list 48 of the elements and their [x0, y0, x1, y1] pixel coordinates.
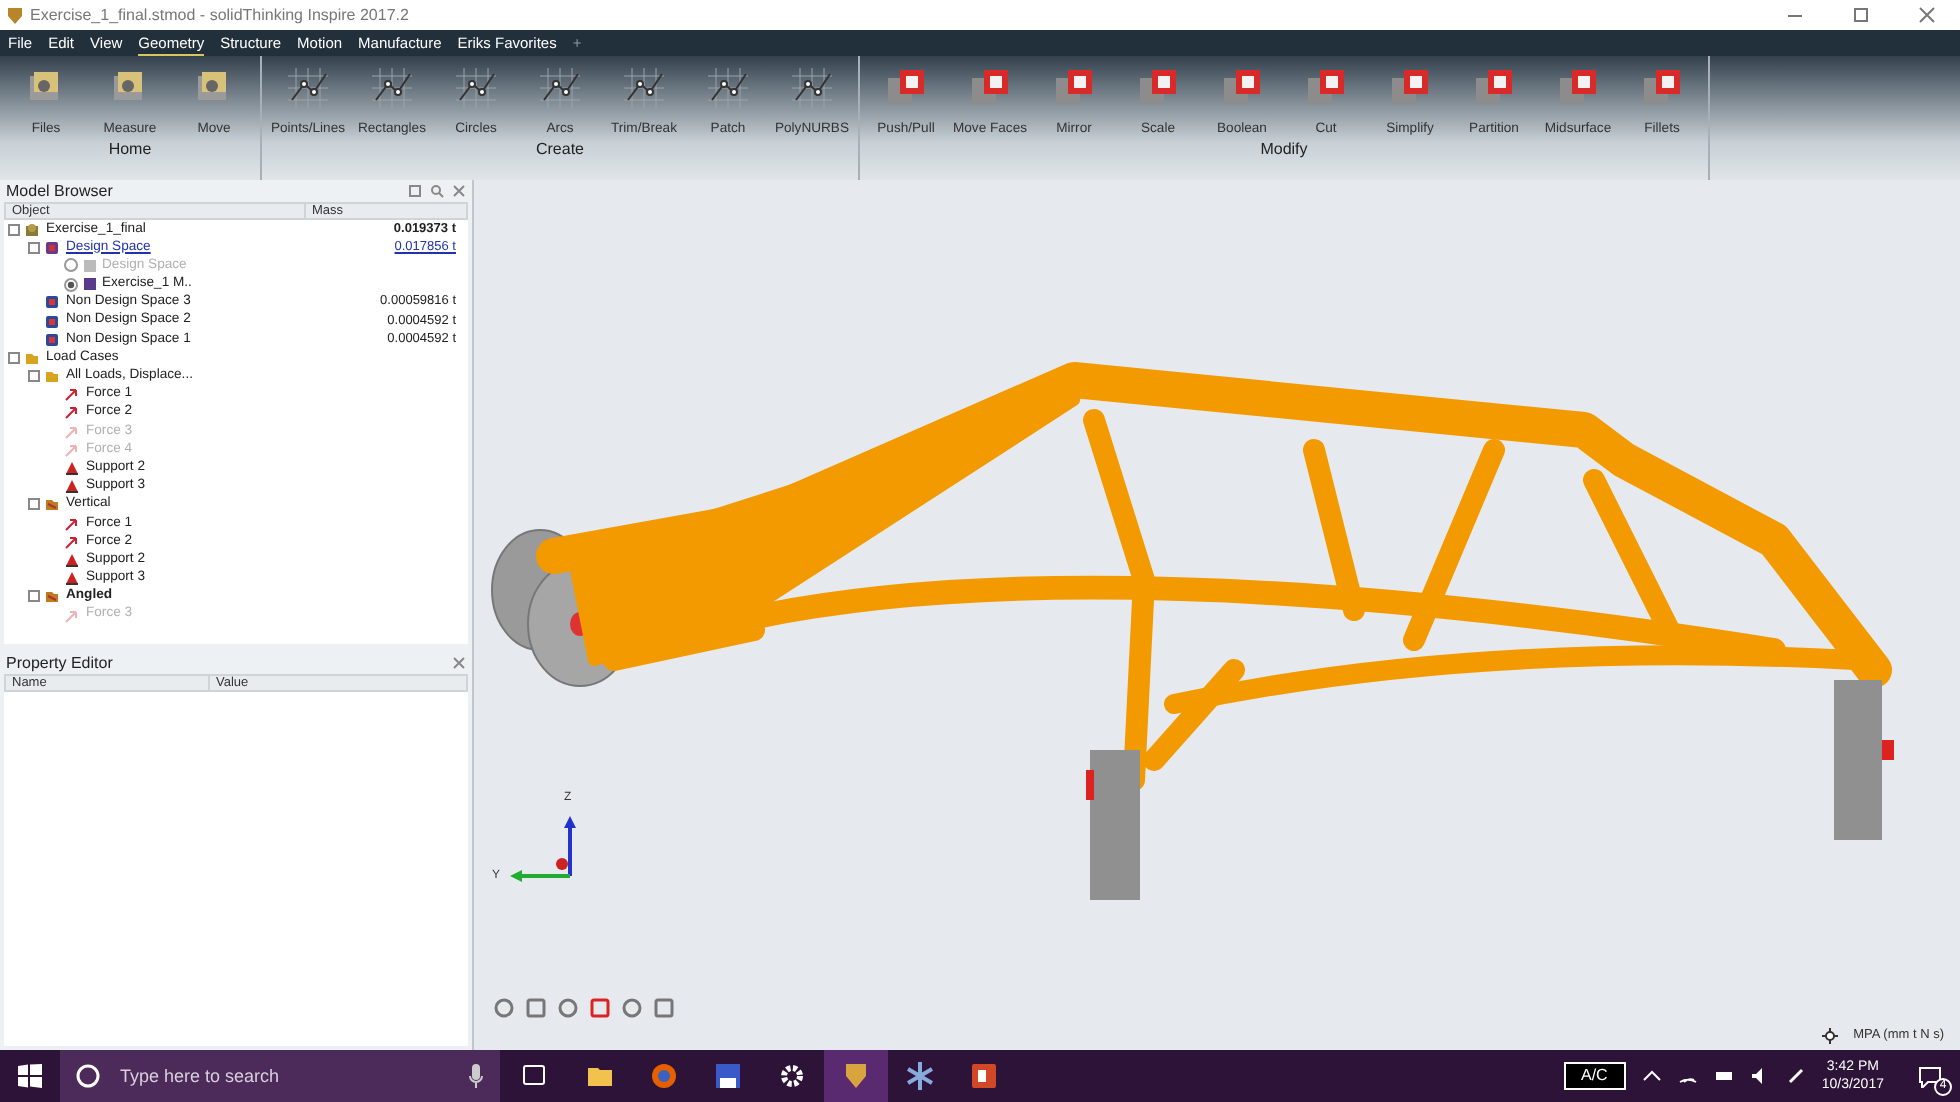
load-case-icon — [44, 588, 60, 605]
shield-icon[interactable] — [840, 1060, 872, 1092]
box-icon[interactable] — [588, 996, 612, 1020]
part-icon — [44, 239, 60, 256]
sketch-icon — [620, 64, 668, 112]
sketch-icon — [368, 64, 416, 112]
close-icon[interactable] — [452, 656, 466, 670]
restore-icon[interactable] — [1850, 6, 1872, 24]
pin-icon[interactable] — [408, 184, 422, 198]
app-logo-icon — [6, 6, 24, 24]
sketch-icon — [704, 64, 752, 112]
power-indicator: A/C — [1563, 1062, 1626, 1090]
crosshair-icon[interactable] — [1821, 1028, 1838, 1045]
collapse-toggle[interactable] — [28, 241, 40, 254]
panel-title: Property Editor — [6, 651, 113, 675]
force-icon — [64, 607, 80, 624]
sketch-icon — [536, 64, 584, 112]
search-field[interactable]: Type here to search — [60, 1050, 500, 1102]
collapse-toggle[interactable] — [28, 590, 40, 603]
sketch-icon — [284, 64, 332, 112]
close-icon[interactable] — [452, 184, 466, 198]
gear-icon[interactable] — [776, 1060, 808, 1092]
collapse-toggle[interactable] — [28, 498, 40, 511]
snowflake-icon[interactable] — [904, 1060, 936, 1092]
microphone-icon[interactable] — [468, 1064, 484, 1088]
windows-logo-icon — [18, 1064, 42, 1088]
presentation-icon[interactable] — [968, 1060, 1000, 1092]
group-label: Modify — [1260, 140, 1308, 161]
battery-icon[interactable] — [1713, 1066, 1734, 1086]
axis-triad-icon — [510, 816, 576, 882]
message-icon — [1918, 1065, 1942, 1087]
collapse-toggle[interactable] — [28, 370, 40, 383]
sketch-icon — [452, 64, 500, 112]
group-label: Home — [108, 140, 152, 161]
search-icon[interactable] — [430, 184, 444, 198]
chevron-up-icon[interactable] — [1641, 1066, 1662, 1086]
window-title: Exercise_1_final.stmod - solidThinking Inspire 2017.2 — [30, 3, 409, 27]
panel-title: Model Browser — [6, 179, 113, 203]
browser-icon[interactable] — [648, 1060, 680, 1092]
sketch-icon — [788, 64, 836, 112]
close-icon[interactable] — [1916, 6, 1938, 24]
collapse-toggle[interactable] — [8, 351, 20, 364]
radio-button[interactable] — [64, 277, 78, 292]
load-case-icon — [44, 496, 60, 513]
search-icon — [76, 1064, 100, 1088]
group-label: Create — [535, 140, 584, 161]
assembly-icon — [24, 221, 40, 238]
collapse-toggle[interactable] — [8, 223, 20, 236]
